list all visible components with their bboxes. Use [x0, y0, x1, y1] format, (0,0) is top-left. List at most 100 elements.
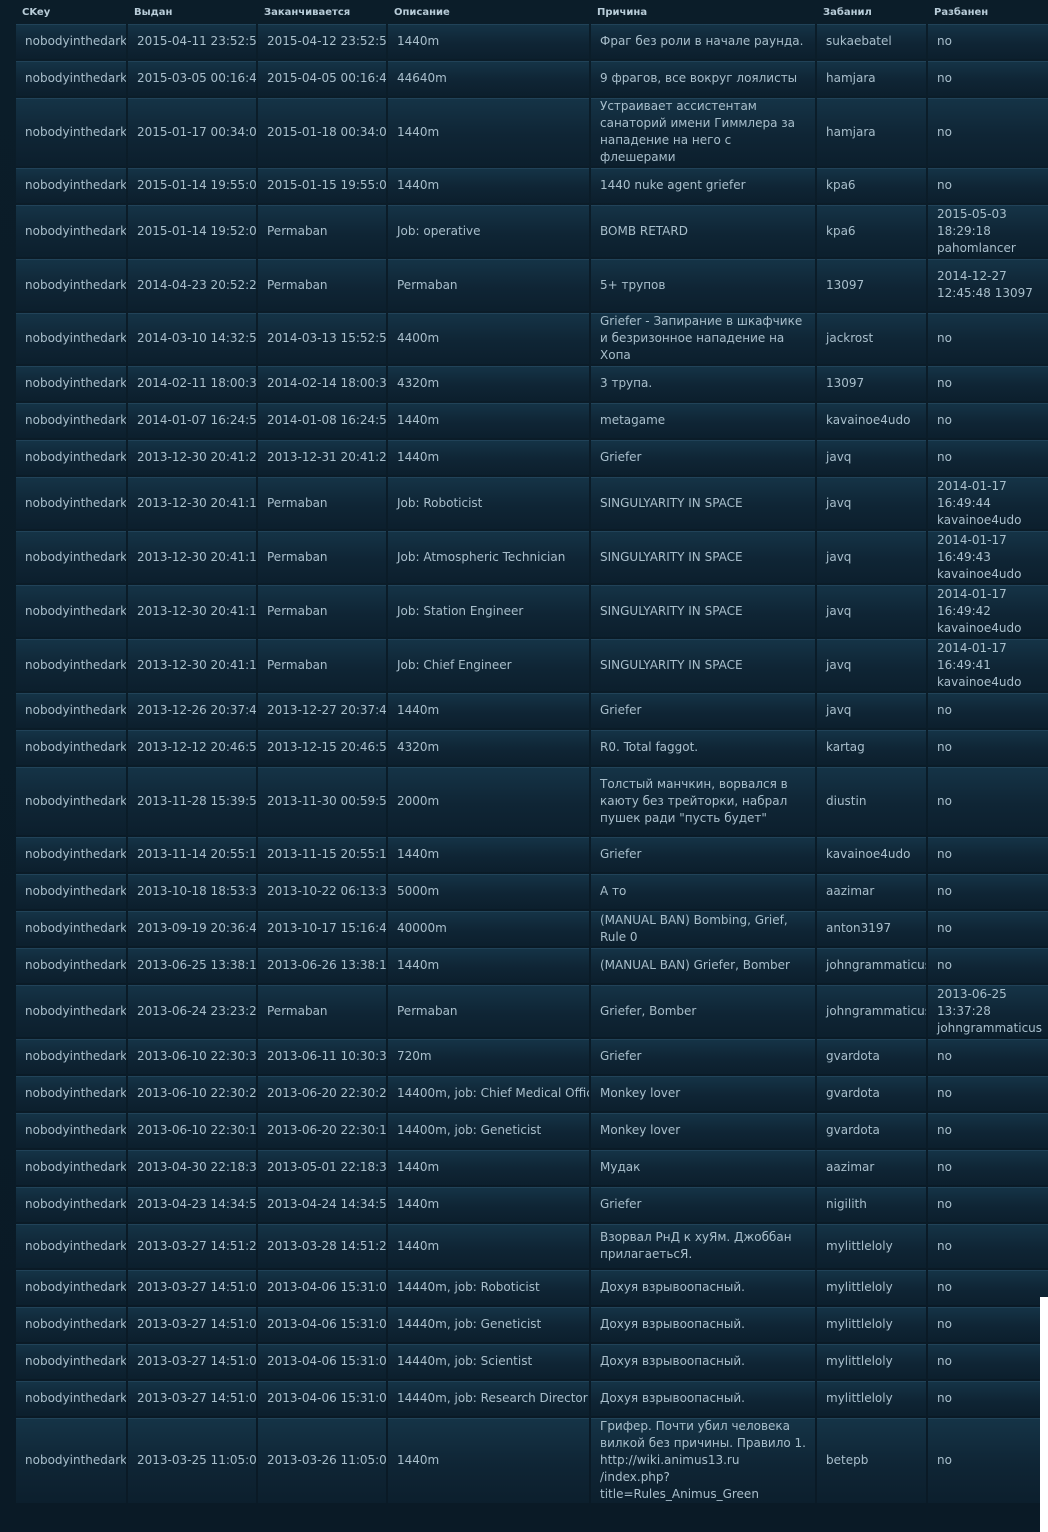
ban-issued-cell: 2013-03-27 14:51:05 — [128, 1344, 256, 1379]
ban-table-body: nobodyinthedark 2015-04-11 23:52:52 2015-0… — [16, 24, 1048, 1503]
ban-description-cell: 5000m — [388, 874, 589, 909]
ban-reason-cell: SINGULYARITY IN SPACE — [591, 585, 815, 637]
table-row: nobodyinthedark 2015-01-14 19:52:09 Permab… — [16, 205, 1048, 257]
table-row: nobodyinthedark 2014-04-23 20:52:23 Permab… — [16, 259, 1048, 311]
ban-expires-cell: 2013-06-26 13:38:10 — [258, 948, 386, 983]
ban-expires-cell: 2015-04-05 00:16:48 — [258, 61, 386, 96]
table-row: nobodyinthedark 2013-10-18 18:53:38 2013-1… — [16, 874, 1048, 909]
ban-unbanned-cell: no — [928, 24, 1048, 59]
table-row: nobodyinthedark 2015-03-05 00:16:48 2015-0… — [16, 61, 1048, 96]
ban-expires-cell: 2013-05-01 22:18:33 — [258, 1150, 386, 1185]
table-row: nobodyinthedark 2013-06-10 22:30:35 2013-0… — [16, 1039, 1048, 1074]
ban-ckey-cell: nobodyinthedark — [16, 874, 126, 909]
ban-unbanned-cell: no — [928, 440, 1048, 475]
ban-reason-cell: SINGULYARITY IN SPACE — [591, 477, 815, 529]
ban-description-cell: 44640m — [388, 61, 589, 96]
table-row: nobodyinthedark 2014-02-11 18:00:33 2014-0… — [16, 366, 1048, 401]
table-row: nobodyinthedark 2013-12-30 20:41:16 Permab… — [16, 477, 1048, 529]
ban-issued-cell: 2014-03-10 14:32:50 — [128, 313, 256, 364]
ban-issued-cell: 2013-03-25 11:05:05 — [128, 1418, 256, 1503]
table-row: nobodyinthedark 2015-01-17 00:34:01 2015-0… — [16, 98, 1048, 166]
ban-description-cell: 2000m — [388, 767, 589, 835]
ban-expires-cell: 2015-01-15 19:55:08 — [258, 168, 386, 203]
ban-issued-cell: 2013-06-10 22:30:15 — [128, 1113, 256, 1148]
ban-expires-cell: Permaban — [258, 585, 386, 637]
ban-unbanned-cell: no — [928, 1039, 1048, 1074]
ban-description-cell: 4320m — [388, 366, 589, 401]
column-header-banned-by: Забанил — [823, 6, 872, 18]
table-row: nobodyinthedark 2013-12-30 20:41:25 2013-1… — [16, 440, 1048, 475]
ban-admin-cell: johngrammaticus — [817, 985, 926, 1037]
ban-expires-cell: 2013-12-31 20:41:25 — [258, 440, 386, 475]
ban-unbanned-cell: 2015-05-03 18:29:18 pahomlancer — [928, 205, 1048, 257]
ban-reason-cell: Мудак — [591, 1150, 815, 1185]
ban-issued-cell: 2013-06-10 22:30:35 — [128, 1039, 256, 1074]
ban-ckey-cell: nobodyinthedark — [16, 259, 126, 311]
table-row: nobodyinthedark 2013-06-24 23:23:23 Permab… — [16, 985, 1048, 1037]
ban-reason-cell: Дохуя взрывоопасный. — [591, 1381, 815, 1416]
ban-expires-cell: Permaban — [258, 639, 386, 691]
ban-issued-cell: 2013-09-19 20:36:46 — [128, 911, 256, 946]
ban-description-cell: Job: operative — [388, 205, 589, 257]
ban-unbanned-cell: 2014-12-27 12:45:48 13097 — [928, 259, 1048, 311]
ban-admin-cell: kpa6 — [817, 205, 926, 257]
ban-unbanned-cell: no — [928, 403, 1048, 438]
ban-expires-cell: Permaban — [258, 531, 386, 583]
ban-description-cell: Job: Station Engineer — [388, 585, 589, 637]
ban-expires-cell: 2015-01-18 00:34:01 — [258, 98, 386, 166]
ban-reason-cell: BOMB RETARD — [591, 205, 815, 257]
table-row: nobodyinthedark 2013-11-28 15:39:58 2013-1… — [16, 767, 1048, 835]
table-row: nobodyinthedark 2013-03-27 14:51:27 2013-0… — [16, 1224, 1048, 1268]
ban-reason-cell: Griefer — [591, 440, 815, 475]
ban-description-cell: 1440m — [388, 1418, 589, 1503]
ban-expires-cell: 2013-11-30 00:59:58 — [258, 767, 386, 835]
ban-ckey-cell: nobodyinthedark — [16, 403, 126, 438]
ban-issued-cell: 2013-06-25 13:38:10 — [128, 948, 256, 983]
ban-admin-cell: nigilith — [817, 1187, 926, 1222]
ban-ckey-cell: nobodyinthedark — [16, 837, 126, 872]
ban-issued-cell: 2013-12-30 20:41:25 — [128, 440, 256, 475]
column-header-ckey: CKey — [22, 6, 51, 18]
ban-unbanned-cell: 2013-06-25 13:37:28 johngrammaticus — [928, 985, 1048, 1037]
ban-admin-cell: mylittleloly — [817, 1381, 926, 1416]
ban-ckey-cell: nobodyinthedark — [16, 693, 126, 728]
ban-ckey-cell: nobodyinthedark — [16, 1150, 126, 1185]
ban-admin-cell: mylittleloly — [817, 1270, 926, 1305]
ban-admin-cell: johngrammaticus — [817, 948, 926, 983]
ban-ckey-cell: nobodyinthedark — [16, 948, 126, 983]
ban-ckey-cell: nobodyinthedark — [16, 313, 126, 364]
ban-unbanned-cell: 2014-01-17 16:49:44 kavainoe4udo — [928, 477, 1048, 529]
ban-ckey-cell: nobodyinthedark — [16, 440, 126, 475]
ban-ckey-cell: nobodyinthedark — [16, 1307, 126, 1342]
ban-description-cell: Job: Chief Engineer — [388, 639, 589, 691]
ban-description-cell: 4400m — [388, 313, 589, 364]
ban-admin-cell: mylittleloly — [817, 1224, 926, 1268]
ban-description-cell: 1440m — [388, 403, 589, 438]
ban-issued-cell: 2013-04-23 14:34:57 — [128, 1187, 256, 1222]
ban-description-cell: 40000m — [388, 911, 589, 946]
column-header-unbanned: Разбанен — [934, 6, 989, 18]
ban-reason-cell: Griefer - Запирание в шкафчике и безризо… — [591, 313, 815, 364]
table-row: nobodyinthedark 2013-03-27 14:51:05 2013-0… — [16, 1344, 1048, 1379]
ban-ckey-cell: nobodyinthedark — [16, 585, 126, 637]
ban-reason-cell: SINGULYARITY IN SPACE — [591, 531, 815, 583]
ban-ckey-cell: nobodyinthedark — [16, 205, 126, 257]
ban-unbanned-cell: no — [928, 1270, 1048, 1305]
ban-reason-cell: Фраг без роли в начале раунда. — [591, 24, 815, 59]
ban-reason-cell: 1440 nuke agent griefer — [591, 168, 815, 203]
table-row: nobodyinthedark 2015-04-11 23:52:52 2015-0… — [16, 24, 1048, 59]
ban-issued-cell: 2013-06-24 23:23:23 — [128, 985, 256, 1037]
ban-unbanned-cell: no — [928, 313, 1048, 364]
ban-ckey-cell: nobodyinthedark — [16, 1270, 126, 1305]
ban-issued-cell: 2013-12-26 20:37:48 — [128, 693, 256, 728]
ban-expires-cell: 2013-04-06 15:31:05 — [258, 1344, 386, 1379]
ban-unbanned-cell: no — [928, 948, 1048, 983]
ban-description-cell: 1440m — [388, 1150, 589, 1185]
ban-unbanned-cell: no — [928, 767, 1048, 835]
table-row: nobodyinthedark 2013-06-10 22:30:22 2013-0… — [16, 1076, 1048, 1111]
ban-issued-cell: 2013-06-10 22:30:22 — [128, 1076, 256, 1111]
ban-admin-cell: javq — [817, 440, 926, 475]
table-row: nobodyinthedark 2013-06-25 13:38:10 2013-0… — [16, 948, 1048, 983]
table-row: nobodyinthedark 2013-03-27 14:51:05 2013-0… — [16, 1307, 1048, 1342]
ban-description-cell: 1440m — [388, 24, 589, 59]
